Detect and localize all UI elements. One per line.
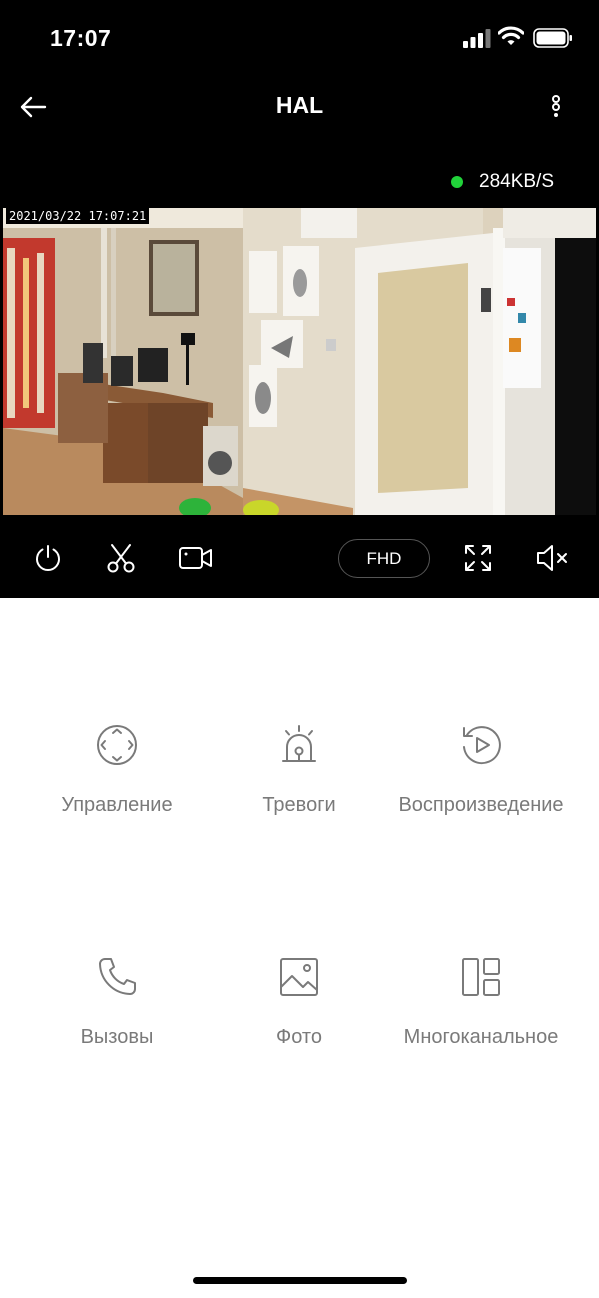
power-button[interactable]: [30, 538, 66, 578]
video-frame: [3, 208, 596, 515]
wifi-icon: [498, 26, 524, 45]
menu-label-control: Управление: [61, 794, 173, 816]
speed-value: 284KB/S: [479, 171, 554, 192]
battery-icon: [533, 28, 572, 48]
mute-button[interactable]: [533, 538, 571, 578]
fullscreen-icon: [465, 545, 491, 571]
phone-icon: [99, 958, 136, 995]
more-vertical-icon: [552, 95, 560, 117]
camera-video-feed[interactable]: 2021/03/22 17:07:21: [3, 208, 596, 515]
menu-item-multichannel[interactable]: Многоканальное: [381, 955, 581, 1049]
menu-item-playback[interactable]: Воспроизведение: [381, 723, 581, 817]
video-camera-icon: [179, 547, 212, 569]
photo-icon: [280, 958, 318, 996]
video-timestamp: 2021/03/22 17:07:21: [6, 208, 150, 224]
multichannel-icon: [462, 958, 500, 996]
menu-item-calls[interactable]: Вызовы: [17, 955, 217, 1049]
alarm-siren-icon: [282, 725, 316, 762]
home-indicator[interactable]: [193, 1277, 407, 1284]
menu-label-multichannel: Многоканальное: [403, 1026, 559, 1048]
quality-toggle-button[interactable]: FHD: [338, 539, 430, 578]
playback-icon: [463, 726, 501, 765]
page-title: HAL: [275, 92, 324, 118]
online-status-dot: [451, 176, 463, 188]
menu-label-calls: Вызовы: [80, 1026, 154, 1048]
camera-header: 17:07 HAL 284KB/S 2021/03/22 17:07:21 FH…: [0, 0, 599, 598]
cellular-signal-icon: [463, 29, 491, 48]
menu-label-photos: Фото: [276, 1026, 322, 1048]
record-video-button[interactable]: [176, 538, 216, 578]
menu-label-alarms: Тревоги: [262, 794, 336, 816]
menu-item-photos[interactable]: Фото: [199, 955, 399, 1049]
clip-button[interactable]: [103, 538, 139, 578]
menu-item-control[interactable]: Управление: [17, 723, 217, 817]
speaker-muted-icon: [537, 545, 567, 571]
direction-pad-icon: [97, 725, 137, 765]
power-icon: [36, 545, 60, 571]
scissors-icon: [107, 544, 135, 573]
menu-label-playback: Воспроизведение: [398, 794, 564, 816]
status-time: 17:07: [50, 25, 112, 51]
more-options-button[interactable]: [542, 90, 570, 124]
stream-speed: 284KB/S: [451, 171, 554, 193]
fullscreen-button[interactable]: [459, 538, 497, 578]
menu-item-alarms[interactable]: Тревоги: [199, 723, 399, 817]
